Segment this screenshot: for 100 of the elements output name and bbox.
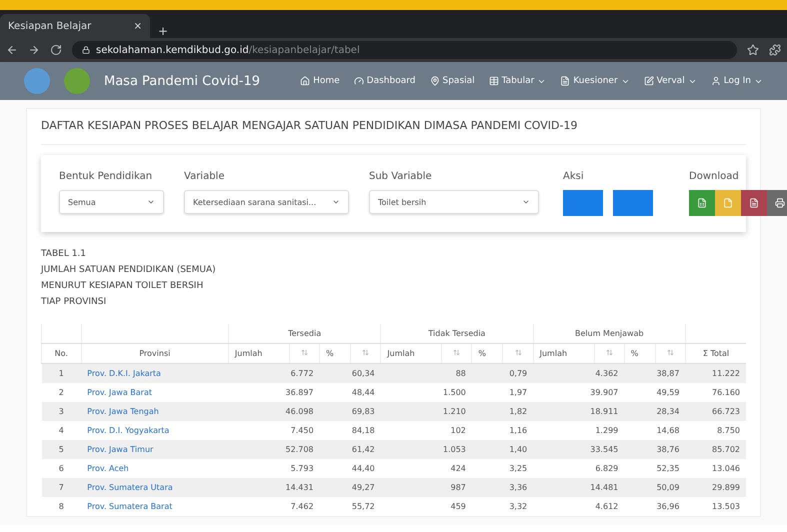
action-label: Aksi [563,171,585,182]
province-link[interactable]: Prov. D.I. Yogyakarta [81,421,228,440]
select-field[interactable]: Toilet bersih [369,190,539,214]
user-icon [710,76,721,86]
table-cell: 66.723 [685,402,746,421]
table-cell: 76.160 [685,383,746,402]
sort-icon[interactable] [300,349,308,356]
table-caption: JUMLAH SATUAN PENDIDIKAN (SEMUA) [41,264,217,277]
page-title: DAFTAR KESIAPAN PROSES BELAJAR MENGAJAR SATUAN PENDIDIKAN DIMASA PANDEMI COVID-19 [41,119,746,145]
province-link[interactable]: Prov. Aceh [81,459,228,478]
nav-link[interactable]: Verval [644,76,697,86]
nav-label: Verval [656,76,685,86]
table-cell: 4 [42,421,82,440]
back-icon[interactable] [6,44,18,56]
table-cell: 84,18 [320,421,381,440]
nav-link[interactable]: Kuesioner [560,76,630,86]
select-field[interactable]: Semua [59,190,164,214]
table-cell: 8.750 [685,421,746,440]
table-cell: 1,97 [472,383,534,402]
nav-link[interactable]: Home [300,76,340,86]
reload-icon[interactable] [50,44,62,56]
browser-tab[interactable]: Kesiapan Belajar × [0,14,150,38]
province-link[interactable]: Prov. Sumatera Utara [81,478,228,497]
table-cell: 55,72 [320,497,381,516]
nav-link[interactable]: Log In [710,76,763,86]
table-cell: 52.708 [228,440,320,459]
province-link[interactable]: Prov. Sumatera Barat [81,497,228,516]
download-button[interactable] [689,190,715,216]
table-cell: 6 [42,459,82,478]
table-cell: 1 [42,364,82,383]
province-link[interactable]: Prov. Jawa Barat [81,383,228,402]
province-link[interactable]: Prov. Jawa Tengah [81,402,228,421]
download-button[interactable] [741,190,767,216]
download-button[interactable] [767,190,787,216]
table-cell: 102 [380,421,472,440]
nav-link[interactable]: Dashboard [354,76,416,86]
table-cell: 33.545 [533,440,624,459]
forward-icon[interactable] [28,44,40,56]
table-cell: 11.222 [685,364,746,383]
table-cell: 5 [42,440,82,459]
filter-label: Sub Variable [369,171,433,182]
province-link[interactable]: Prov. Jawa Timur [81,440,228,459]
table-cell: 1,82 [472,402,534,421]
document-icon [749,198,759,208]
table-cell: 48,44 [320,383,381,402]
download-label: Download [689,171,740,182]
table-cell: 28,34 [624,402,686,421]
file-icon [723,198,733,208]
table-cell: 4.612 [533,497,624,516]
caret-icon [332,198,340,206]
table-cell: 13.503 [685,497,746,516]
table-cell: 29.899 [685,478,746,497]
new-tab-button[interactable]: + [158,24,168,38]
address-bar[interactable]: sekolahaman.kemdikbud.go.id/kesiapanbelajar/tabel [72,41,737,59]
table-cell: 18.911 [533,402,624,421]
table-cell: 459 [380,497,472,516]
caret-icon [522,198,530,206]
extension-icon[interactable] [769,44,781,56]
table-cell: 1.053 [380,440,472,459]
document-icon [560,76,570,86]
table-cell: 69,83 [320,402,381,421]
table-cell: 1,16 [472,421,534,440]
table-cell: 8 [42,497,82,516]
nav-label: Home [313,76,340,86]
table-cell: 46.098 [228,402,320,421]
table-caption: TIAP PROVINSI [41,296,108,309]
table-cell: 1.500 [380,383,472,402]
table-cell: 52,35 [624,459,686,478]
emblem-icon [64,68,90,94]
table-cell: 36.897 [228,383,320,402]
sort-icon[interactable] [666,349,674,356]
sort-icon[interactable] [606,349,613,356]
nav-link[interactable]: Spasial [430,76,475,86]
table-cell: 13.046 [685,459,746,478]
nav-label: Dashboard [366,76,416,86]
nav-label: Tabular [502,76,534,86]
table-cell: 49,27 [320,478,381,497]
table-cell: 36,96 [624,497,686,516]
filter-label: Bentuk Pendidikan [59,171,154,182]
table-cell: 1.210 [380,402,472,421]
bookmark-icon[interactable] [747,44,759,56]
table-cell: 4.362 [533,364,624,383]
brand-title[interactable]: Masa Pandemi Covid-19 [104,74,260,88]
print-icon [775,198,785,208]
sort-icon[interactable] [514,349,522,356]
home-icon [300,76,310,86]
table-cell: 7.450 [228,421,320,440]
edit-icon [644,76,654,86]
nav-link[interactable]: Tabular [488,76,546,86]
nav-label: Kuesioner [573,76,618,86]
sort-icon[interactable] [362,349,370,356]
table-cell: 60,34 [320,364,381,383]
table-cell: 14.481 [533,478,624,497]
province-link[interactable]: Prov. D.K.I. Jakarta [81,364,228,383]
group-header: Tidak Tersedia [380,324,534,344]
select-field[interactable]: Ketersediaan sarana sanitasi... [184,190,349,214]
sort-icon[interactable] [453,349,460,356]
table-cell: 61,42 [320,440,381,459]
table-caption: MENURUT KESIAPAN TOILET BERSIH [41,280,204,293]
table-cell: 2 [42,383,82,402]
